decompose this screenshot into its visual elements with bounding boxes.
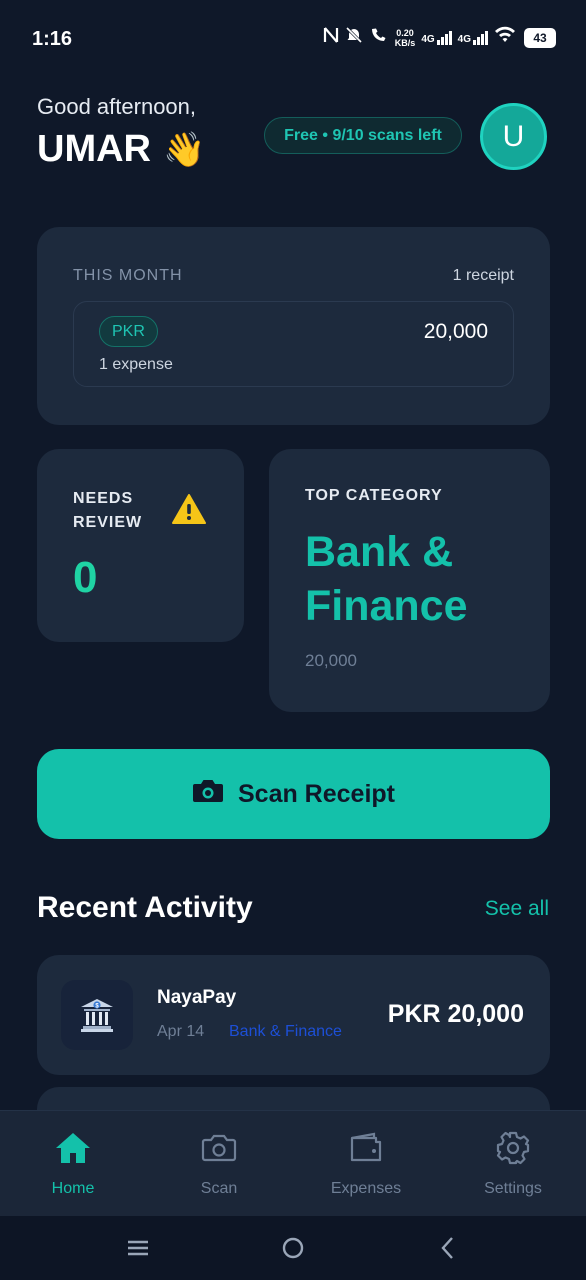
nav-settings[interactable]: Settings [458, 1131, 568, 1198]
scan-receipt-label: Scan Receipt [237, 779, 395, 808]
plan-badge[interactable]: Free • 9/10 scans left [264, 117, 462, 154]
this-month-card[interactable]: THIS MONTH 1 receipt PKR 1 expense 20,00… [37, 227, 550, 425]
signal-1: 4G [421, 30, 452, 45]
camera-icon [192, 778, 224, 811]
nav-home[interactable]: Home [18, 1131, 128, 1198]
wave-emoji: 👋 [162, 130, 206, 169]
system-nav-bar [0, 1216, 586, 1280]
receipt-count: 1 receipt [452, 267, 514, 284]
camera-icon [201, 1131, 237, 1170]
network-type-label: 4G [421, 33, 435, 45]
nav-expenses[interactable]: Expenses [311, 1131, 421, 1198]
home-circle-icon[interactable] [281, 1234, 305, 1267]
wifi-calling-icon [369, 26, 389, 49]
signal-bars-icon [473, 30, 488, 45]
signal-2: 4G [457, 30, 488, 45]
status-bar: 1:16 0.20 KB/s 4G 4G 43 [0, 0, 586, 80]
transaction-amount: PKR 20,000 [387, 1000, 524, 1028]
bank-icon: $ [61, 980, 133, 1050]
net-speed-value: 0.20 [396, 27, 414, 38]
mute-icon [345, 26, 363, 49]
net-speed: 0.20 KB/s [395, 28, 416, 48]
see-all-link[interactable]: See all [485, 897, 549, 921]
nav-settings-label: Settings [484, 1180, 542, 1197]
top-category-label: TOP CATEGORY [305, 487, 443, 504]
avatar[interactable]: U [480, 103, 547, 170]
top-category-name: Bank & Finance [305, 528, 468, 630]
scan-receipt-button[interactable]: Scan Receipt [37, 749, 550, 839]
recents-icon[interactable] [126, 1234, 150, 1267]
nav-expenses-label: Expenses [330, 1180, 402, 1197]
needs-review-card[interactable]: NEEDS REVIEW 0 [37, 449, 244, 642]
expense-count: 1 expense [99, 356, 173, 373]
home-icon [54, 1131, 92, 1170]
greeting-text: Good afternoon, [37, 94, 197, 119]
currency-badge: PKR [99, 316, 158, 347]
top-category-amount: 20,000 [305, 651, 357, 670]
username: UMAR [37, 128, 151, 170]
month-total: 20,000 [423, 320, 488, 343]
nav-home-label: Home [51, 1180, 95, 1197]
nav-scan[interactable]: Scan [164, 1131, 274, 1198]
wifi-icon [494, 26, 516, 49]
username-heading: UMAR 👋 [37, 128, 205, 171]
transaction-category: Bank & Finance [229, 1023, 342, 1040]
net-speed-unit: KB/s [394, 37, 416, 48]
nav-scan-label: Scan [200, 1180, 238, 1197]
signal-bars-icon [436, 30, 452, 45]
recent-activity-title: Recent Activity [37, 891, 253, 924]
network-type-label: 4G [457, 33, 471, 45]
transaction-date: Apr 14 [157, 1023, 205, 1040]
battery-icon: 43 [524, 27, 556, 48]
wallet-icon [348, 1131, 384, 1170]
back-icon[interactable] [436, 1234, 460, 1267]
nfc-icon [323, 26, 339, 49]
transaction-merchant: NayaPay [157, 987, 237, 1008]
transaction-item[interactable]: $ NayaPay Apr 14 Bank & Finance PKR 20,0… [37, 955, 550, 1075]
this-month-label: THIS MONTH [73, 267, 183, 284]
top-category-card[interactable]: TOP CATEGORY Bank & Finance 20,000 [269, 449, 550, 712]
currency-summary: PKR 1 expense 20,000 [73, 301, 514, 387]
status-time: 1:16 [32, 28, 73, 50]
warning-icon [171, 493, 207, 530]
needs-review-label: NEEDS REVIEW [73, 490, 143, 531]
bottom-nav: Home Scan Expenses Settings [0, 1110, 586, 1216]
status-icons: 0.20 KB/s 4G 4G 43 [323, 26, 556, 49]
needs-review-count: 0 [73, 553, 98, 602]
gear-icon [495, 1131, 531, 1170]
